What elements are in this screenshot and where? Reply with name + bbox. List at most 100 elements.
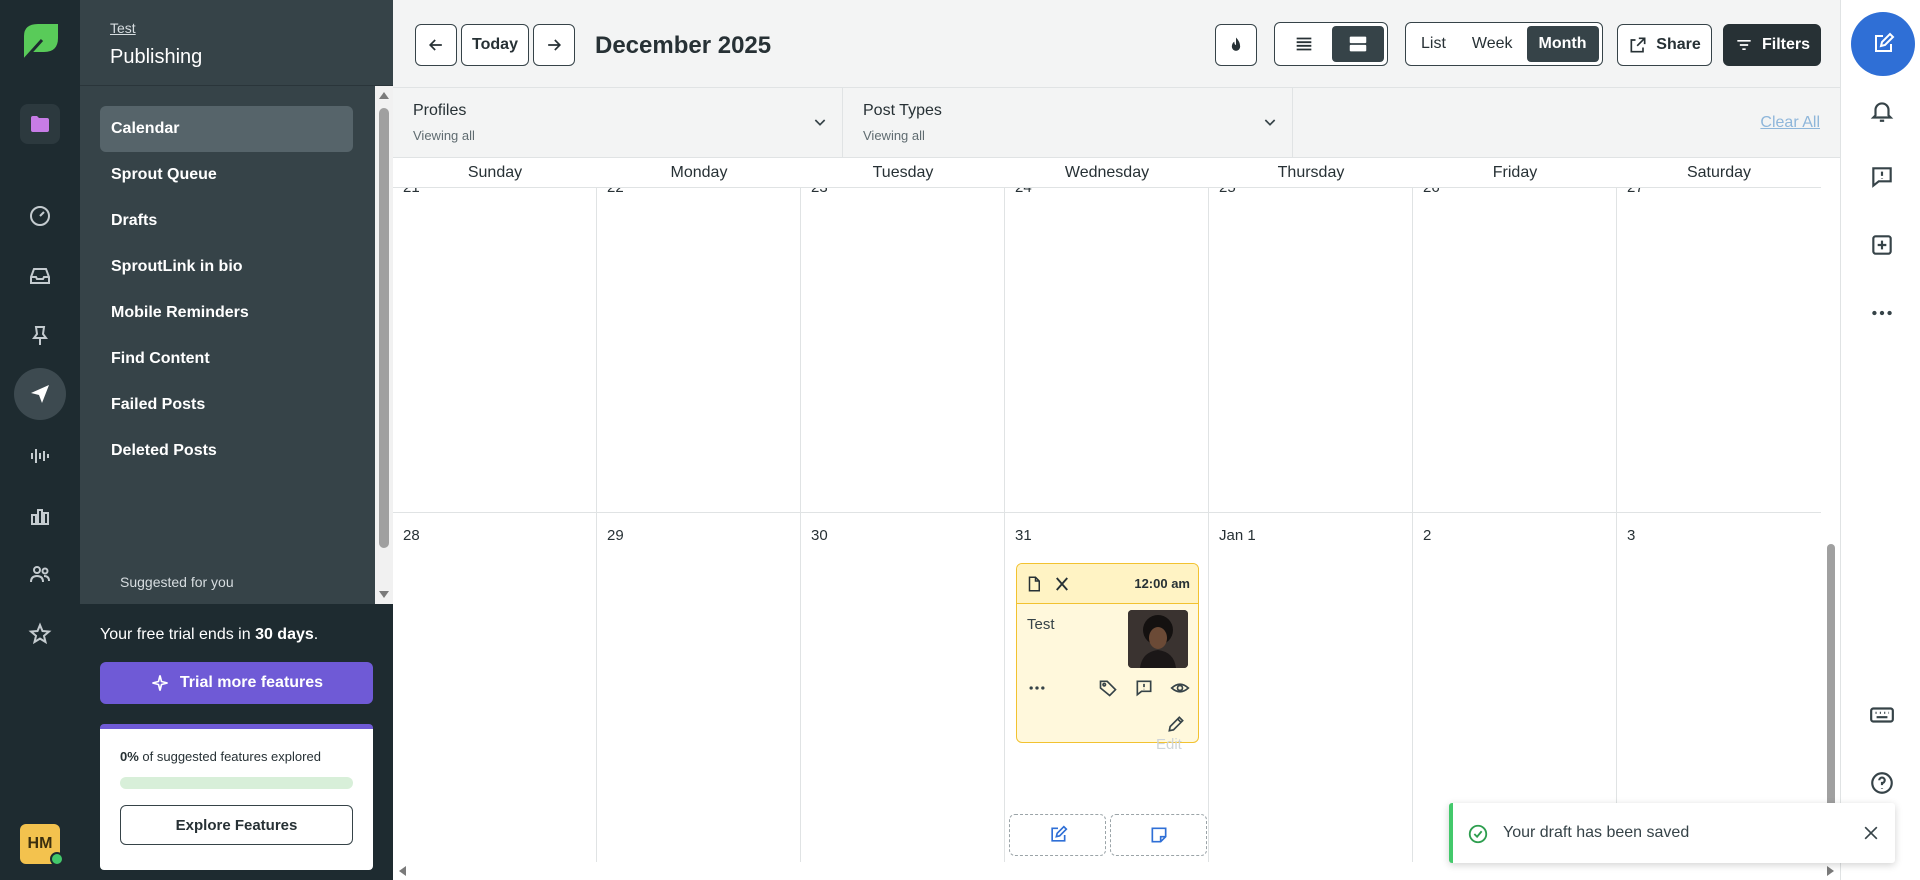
chevron-down-icon [814,119,826,126]
flame-icon [1231,37,1241,51]
arrow-right-icon [548,39,562,51]
compose-icon [1875,32,1895,52]
day-number: 27 [1627,188,1644,196]
post-types-value: Viewing all [863,128,925,143]
breadcrumb[interactable]: Test [110,20,136,36]
profiles-value: Viewing all [413,128,475,143]
weekday-label: Thursday [1277,164,1345,181]
nav-item-mobile-reminders[interactable]: Mobile Reminders [100,290,353,336]
edit-pencil-icon[interactable] [1166,714,1186,734]
suggested-heading: Suggested for you [120,574,234,590]
post-types-label: Post Types [863,102,942,119]
view-week-tab[interactable]: Week [1460,26,1525,62]
keyboard-icon[interactable] [1869,702,1895,728]
month-grid: 21 22 23 24 25 26 27 28 29 30 31 Jan 1 2… [393,188,1821,862]
sparkle-icon [152,675,168,691]
feedback-icon[interactable] [1869,164,1895,190]
layout-cards-button[interactable] [1332,26,1384,62]
profiles-filter[interactable]: Profiles Viewing all [393,88,843,158]
nav-item-deleted-posts[interactable]: Deleted Posts [100,428,353,474]
close-icon[interactable] [1861,823,1881,843]
filters-button[interactable]: Filters [1723,24,1821,66]
publishing-send-icon[interactable] [14,368,66,420]
filter-lines-icon [1737,40,1751,50]
weekday-label: Monday [670,164,728,181]
notes-icon[interactable] [1134,678,1154,698]
clear-all-link[interactable]: Clear All [1760,114,1820,132]
trial-notice: Your free trial ends in 30 days. [100,626,319,643]
explore-progress-bar [120,777,353,789]
day-number: 22 [607,188,624,196]
help-icon[interactable] [1869,770,1895,796]
dashboard-gauge-icon[interactable] [14,190,66,242]
post-thumbnail[interactable] [1128,610,1188,668]
calendar-toolbar: Today December 2025 List Week Month Shar… [393,0,1840,88]
reports-bar-chart-icon[interactable] [14,490,66,542]
inbox-icon[interactable] [14,250,66,302]
day-number: 24 [1015,188,1032,196]
add-box-icon[interactable] [1869,232,1895,258]
day-number: 28 [403,527,420,544]
nav-list: Calendar Sprout Queue Drafts SproutLink … [80,86,375,604]
nav-item-calendar[interactable]: Calendar [100,106,353,152]
nav-item-sprout-queue[interactable]: Sprout Queue [100,152,353,198]
nav-item-failed-posts[interactable]: Failed Posts [100,382,353,428]
listening-waveform-icon[interactable] [14,430,66,482]
horizontal-scrollbar[interactable] [393,862,1840,880]
compose-button[interactable] [1851,12,1915,76]
view-month-tab[interactable]: Month [1526,26,1599,62]
post-card-header: 12:00 am [1017,564,1198,604]
bell-icon[interactable] [1869,98,1895,124]
nav-item-find-content[interactable]: Find Content [100,336,353,382]
chevron-down-icon [1264,119,1276,126]
tag-icon[interactable] [1098,678,1118,698]
weekday-label: Sunday [467,164,523,181]
view-switcher: List Week Month [1405,22,1603,66]
day-number: 31 [1015,527,1032,544]
trial-more-features-button[interactable]: Trial more features [100,662,373,704]
day-number: 25 [1219,188,1236,196]
star-badge-icon[interactable] [14,608,66,660]
prev-button[interactable] [415,24,457,66]
nav-scrollbar[interactable] [375,86,393,604]
explore-progress-text: 0% of suggested features explored [120,749,321,764]
post-types-filter[interactable]: Post Types Viewing all [843,88,1293,158]
theme-toggle-button[interactable] [1215,24,1257,66]
nav-item-sproutlink[interactable]: SproutLink in bio [100,244,353,290]
nav-item-drafts[interactable]: Drafts [100,198,353,244]
weekday-header: Sunday Monday Tuesday Wednesday Thursday… [393,158,1821,188]
folder-icon[interactable] [20,104,60,144]
scroll-left-arrow-icon[interactable] [399,866,406,876]
trial-panel: Your free trial ends in 30 days. Trial m… [80,604,393,880]
weekday-label: Tuesday [872,164,934,181]
more-options-icon[interactable] [1027,678,1047,698]
layout-list-button[interactable] [1278,26,1330,62]
draft-post-card[interactable]: 12:00 am Test [1016,563,1199,743]
view-list-tab[interactable]: List [1409,26,1458,62]
day-number: 29 [607,527,624,544]
sprout-logo-icon[interactable] [18,20,62,64]
scroll-up-arrow-icon[interactable] [379,92,389,99]
weekday-label: Saturday [1686,164,1752,181]
explore-features-button[interactable]: Explore Features [120,805,353,845]
preview-eye-icon[interactable] [1170,678,1190,698]
trial-days: 30 days [255,626,314,643]
people-icon[interactable] [14,548,66,600]
add-post-slot[interactable] [1009,814,1106,856]
online-status-dot [50,852,64,866]
scroll-down-arrow-icon[interactable] [379,591,389,598]
next-button[interactable] [533,24,575,66]
share-button[interactable]: Share [1617,24,1712,66]
nav-scroll-thumb[interactable] [379,108,389,548]
scroll-right-arrow-icon[interactable] [1827,866,1834,876]
calendar-scrollbar[interactable] [1821,158,1840,862]
pin-icon[interactable] [14,310,66,362]
today-button[interactable]: Today [461,24,529,66]
add-note-slot[interactable] [1110,814,1207,856]
weekday-label: Wednesday [1064,164,1150,181]
grid-divider [1004,188,1005,862]
draft-document-icon [1028,576,1040,591]
month-title: December 2025 [595,32,772,59]
more-horizontal-icon[interactable] [1869,300,1895,326]
toast-notification: Your draft has been saved [1449,803,1895,863]
